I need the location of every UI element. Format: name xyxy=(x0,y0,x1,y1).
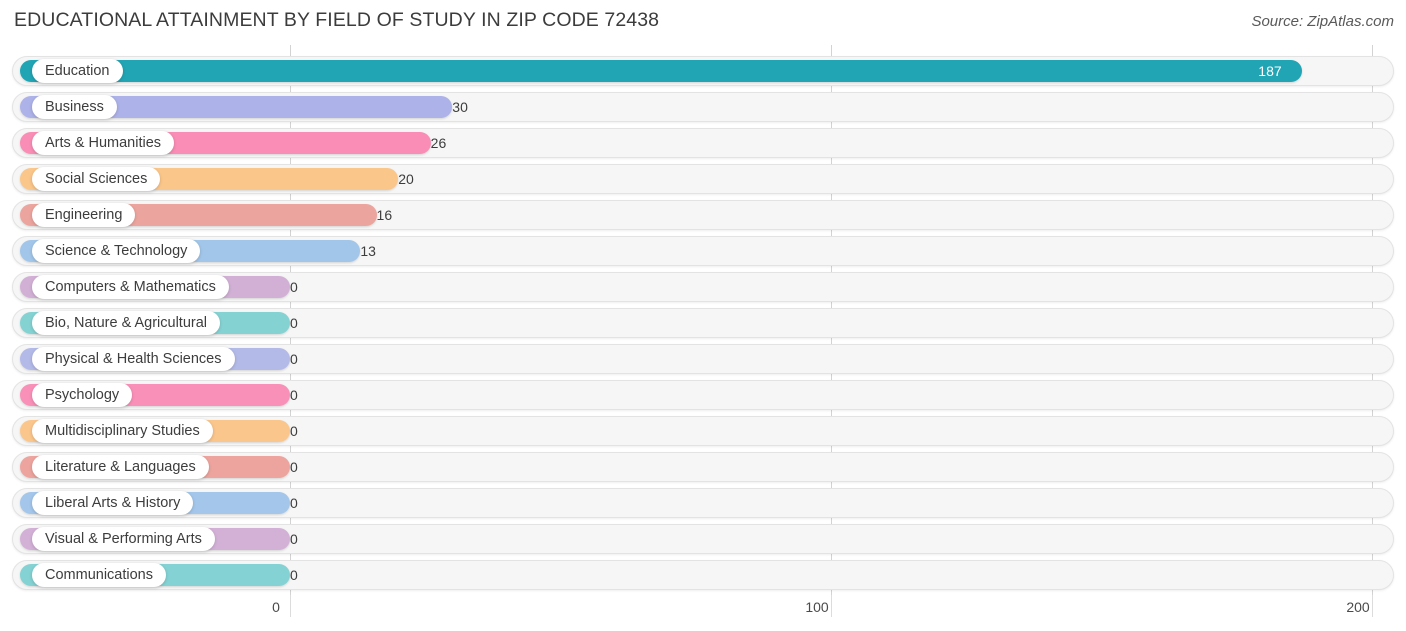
chart-header: EDUCATIONAL ATTAINMENT BY FIELD OF STUDY… xyxy=(0,0,1406,45)
bar-value-label: 0 xyxy=(290,567,298,583)
tick-mark-0 xyxy=(290,595,291,617)
bar-category-label: Social Sciences xyxy=(32,167,161,191)
bar-value-label: 0 xyxy=(290,279,298,295)
bar-row[interactable]: Business 30 xyxy=(12,92,1394,122)
bar-category-label: Bio, Nature & Agricultural xyxy=(32,311,220,335)
bar-row[interactable]: Physical & Health Sciences 0 xyxy=(12,344,1394,374)
bar-fill xyxy=(20,60,1302,82)
bar-category-label: Computers & Mathematics xyxy=(32,275,229,299)
bar-category-text: Psychology xyxy=(45,386,120,403)
bar-value-label: 0 xyxy=(290,315,298,331)
bar-value-label: 0 xyxy=(290,531,298,547)
bar-row[interactable]: Bio, Nature & Agricultural 0 xyxy=(12,308,1394,338)
bar-category-label: Education xyxy=(32,59,123,83)
bar-category-text: Visual & Performing Arts xyxy=(45,530,202,547)
bar-category-text: Computers & Mathematics xyxy=(45,278,216,295)
tick-mark-200 xyxy=(1372,595,1373,617)
bar-row[interactable]: Education 187 xyxy=(12,56,1394,86)
tick-mark-100 xyxy=(831,595,832,617)
bar-value-label: 0 xyxy=(290,387,298,403)
x-tick-label: 100 xyxy=(805,599,829,615)
source-attribution: Source: ZipAtlas.com xyxy=(1251,13,1394,30)
bar-category-label: Psychology xyxy=(32,383,133,407)
bar-category-text: Education xyxy=(45,62,110,79)
bar-value-label: 13 xyxy=(360,243,376,259)
bar-category-text: Social Sciences xyxy=(45,170,148,187)
bar-category-label: Science & Technology xyxy=(32,239,201,263)
bar-category-text: Arts & Humanities xyxy=(45,134,162,151)
bar-category-label: Communications xyxy=(32,563,166,587)
bar-value-label: 0 xyxy=(290,459,298,475)
x-tick-label: 0 xyxy=(272,599,280,615)
bar-category-label: Visual & Performing Arts xyxy=(32,527,215,551)
bar-category-label: Engineering xyxy=(32,203,136,227)
page-title: EDUCATIONAL ATTAINMENT BY FIELD OF STUDY… xyxy=(14,9,660,31)
bar-row[interactable]: Liberal Arts & History 0 xyxy=(12,488,1394,518)
bar-category-label: Literature & Languages xyxy=(32,455,209,479)
bar-value-label: 20 xyxy=(398,171,414,187)
bar-category-label: Physical & Health Sciences xyxy=(32,347,235,371)
bar-row[interactable]: Multidisciplinary Studies 0 xyxy=(12,416,1394,446)
bar-category-label: Liberal Arts & History xyxy=(32,491,194,515)
bar-row[interactable]: Visual & Performing Arts 0 xyxy=(12,524,1394,554)
bar-category-text: Multidisciplinary Studies xyxy=(45,422,200,439)
bar-value-label: 0 xyxy=(290,423,298,439)
bar-rows: Education 187 Business 30 Arts & Humanities 2… xyxy=(0,45,1406,595)
chart-plot-area: Education 187 Business 30 Arts & Humanities 2… xyxy=(0,45,1406,595)
bar-category-text: Bio, Nature & Agricultural xyxy=(45,314,207,331)
x-axis: 0 100 200 xyxy=(0,595,1406,631)
bar-category-text: Science & Technology xyxy=(45,242,188,259)
x-tick-label: 200 xyxy=(1346,599,1370,615)
bar-category-text: Liberal Arts & History xyxy=(45,494,181,511)
bar-value-label: 0 xyxy=(290,495,298,511)
bar-row[interactable]: Literature & Languages 0 xyxy=(12,452,1394,482)
bar-row[interactable]: Social Sciences 20 xyxy=(12,164,1394,194)
bar-value-label: 26 xyxy=(430,135,447,151)
bar-row[interactable]: Arts & Humanities 26 xyxy=(12,128,1394,158)
bar-row[interactable]: Computers & Mathematics 0 xyxy=(12,272,1394,302)
bar-category-label: Multidisciplinary Studies xyxy=(32,419,213,443)
bar-category-text: Business xyxy=(45,98,104,115)
bar-value-label: 30 xyxy=(452,99,468,115)
bar-row[interactable]: Science & Technology 13 xyxy=(12,236,1394,266)
bar-category-text: Communications xyxy=(45,566,153,583)
bar-value-label: 0 xyxy=(290,351,298,367)
bar-category-label: Business xyxy=(32,95,117,119)
bar-value-label: 16 xyxy=(376,207,393,223)
bar-category-text: Literature & Languages xyxy=(45,458,196,475)
bar-category-text: Engineering xyxy=(45,206,123,223)
bar-row[interactable]: Psychology 0 xyxy=(12,380,1394,410)
bar-category-label: Arts & Humanities xyxy=(32,131,175,155)
bar-value-label: 187 xyxy=(1258,63,1282,79)
bar-row[interactable]: Communications 0 xyxy=(12,560,1394,590)
bar-row[interactable]: Engineering 16 xyxy=(12,200,1394,230)
bar-category-text: Physical & Health Sciences xyxy=(45,350,222,367)
